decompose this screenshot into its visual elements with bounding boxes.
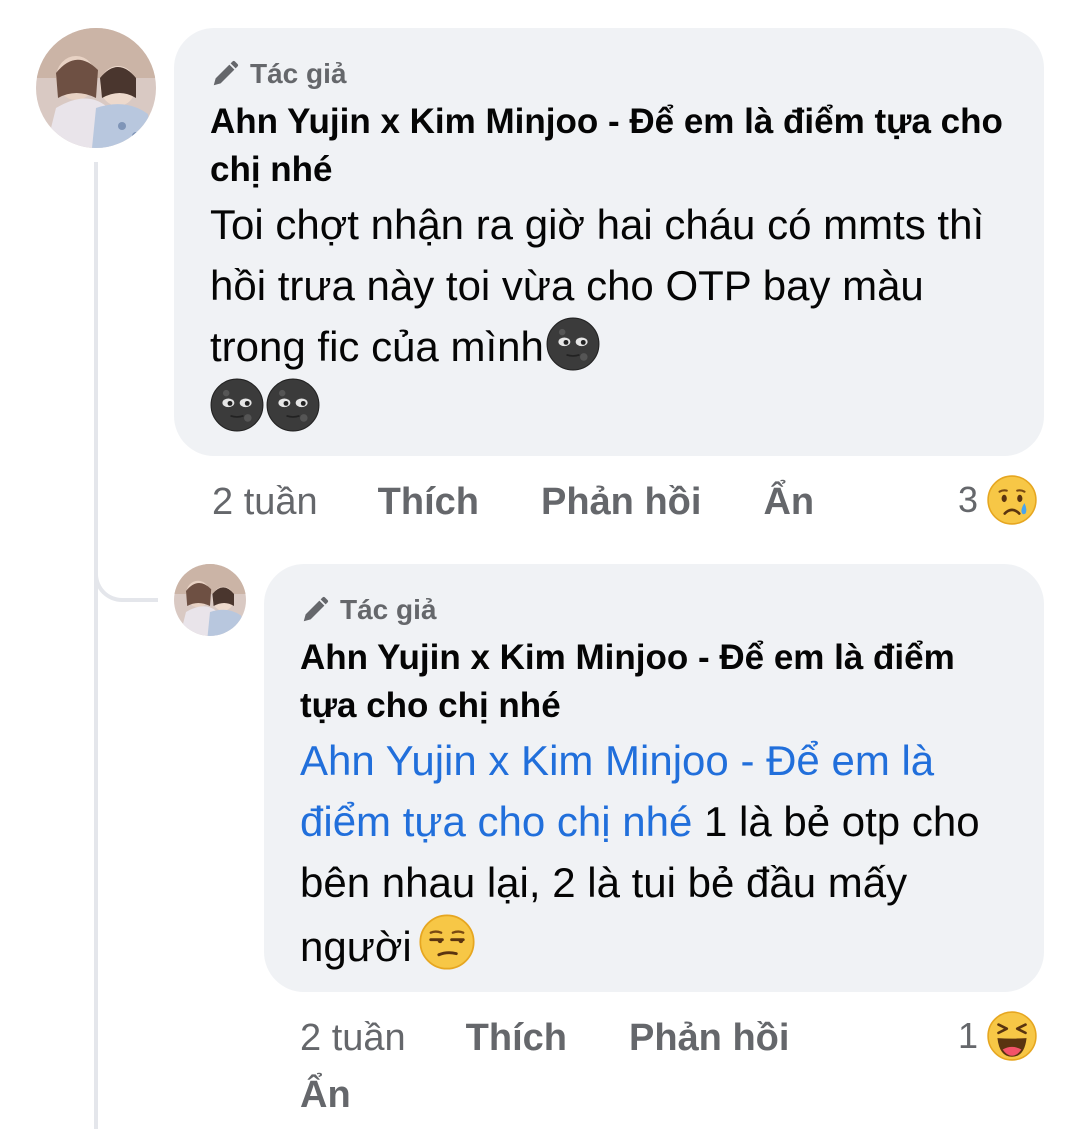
reaction-count: 3	[958, 479, 979, 520]
unamused-face-icon	[419, 914, 475, 970]
new-moon-face-icon	[210, 378, 264, 432]
author-badge-label: Tác giả	[340, 594, 437, 625]
comment-time[interactable]: 2 tuần	[212, 481, 318, 524]
comment-actions: 2 tuần Thích Phản hồi	[300, 1014, 851, 1062]
thread-line	[94, 162, 98, 1129]
comment-text: Ahn Yujin x Kim Minjoo - Để em là điểm t…	[300, 730, 1008, 977]
author-name[interactable]: Ahn Yujin x Kim Minjoo - Để em là điểm t…	[300, 634, 1008, 730]
comment-bubble: Tác giả Ahn Yujin x Kim Minjoo - Để em l…	[264, 564, 1044, 992]
author-name[interactable]: Ahn Yujin x Kim Minjoo - Để em là điểm t…	[210, 98, 1008, 194]
thread-connector	[94, 520, 158, 602]
comment-actions: 2 tuần Thích Phản hồi Ẩn	[212, 478, 876, 526]
like-button[interactable]: Thích	[466, 1017, 567, 1060]
avatar[interactable]	[36, 28, 156, 148]
hide-button[interactable]: Ẩn	[763, 481, 814, 524]
reaction-count: 1	[958, 1015, 979, 1056]
author-badge: Tác giả	[210, 54, 1008, 94]
new-moon-face-icon	[546, 317, 600, 371]
reaction-summary[interactable]: 3	[958, 474, 1038, 526]
like-button[interactable]: Thích	[378, 481, 479, 524]
author-badge-label: Tác giả	[250, 58, 347, 89]
new-moon-face-icon	[266, 378, 320, 432]
comment-bubble: Tác giả Ahn Yujin x Kim Minjoo - Để em l…	[174, 28, 1044, 456]
pencil-icon	[303, 596, 329, 622]
reply-button[interactable]: Phản hồi	[541, 481, 701, 524]
avatar[interactable]	[174, 564, 246, 636]
pencil-icon	[213, 60, 239, 86]
reaction-summary[interactable]: 1	[958, 1010, 1038, 1062]
haha-reaction-icon	[987, 1011, 1037, 1061]
author-badge: Tác giả	[300, 590, 1008, 630]
reply-button[interactable]: Phản hồi	[629, 1017, 789, 1060]
sad-reaction-icon	[987, 475, 1037, 525]
comment-time[interactable]: 2 tuần	[300, 1017, 406, 1060]
hide-button[interactable]: Ẩn	[300, 1074, 351, 1117]
comment-text: Toi chợt nhận ra giờ hai cháu có mmts th…	[210, 194, 1008, 438]
